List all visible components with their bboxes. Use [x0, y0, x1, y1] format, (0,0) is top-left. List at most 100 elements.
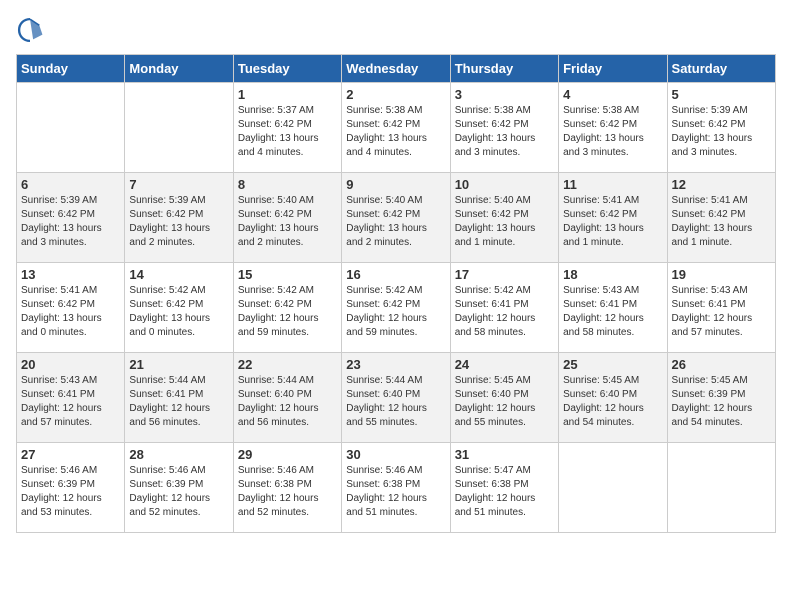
day-info: Sunrise: 5:45 AMSunset: 6:40 PMDaylight:… [455, 374, 554, 430]
day-number: 31 [455, 447, 554, 462]
weekday-header-saturday: Saturday [667, 55, 775, 83]
day-info: Sunrise: 5:37 AMSunset: 6:42 PMDaylight:… [238, 104, 337, 160]
day-info: Sunrise: 5:38 AMSunset: 6:42 PMDaylight:… [563, 104, 662, 160]
day-info: Sunrise: 5:47 AMSunset: 6:38 PMDaylight:… [455, 464, 554, 520]
day-info: Sunrise: 5:42 AMSunset: 6:42 PMDaylight:… [238, 284, 337, 340]
day-cell: 6Sunrise: 5:39 AMSunset: 6:42 PMDaylight… [17, 173, 125, 263]
week-row-5: 27 Sunrise: 5:46 AMSunset: 6:39 PMDayligh… [17, 443, 776, 533]
day-info: Sunrise: 5:41 AMSunset: 6:42 PMDaylight:… [672, 194, 771, 250]
day-info: Sunrise: 5:44 AMSunset: 6:41 PMDaylight:… [129, 374, 228, 430]
day-cell: 18 Sunrise: 5:43 AMSunset: 6:41 PMDayligh… [559, 263, 667, 353]
day-number: 14 [129, 267, 228, 282]
day-number: 26 [672, 357, 771, 372]
day-cell: 13 Sunrise: 5:41 AMSunset: 6:42 PMDayligh… [17, 263, 125, 353]
day-cell: 7 Sunrise: 5:39 AMSunset: 6:42 PMDaylight… [125, 173, 233, 263]
day-info: Sunrise: 5:44 AMSunset: 6:40 PMDaylight:… [238, 374, 337, 430]
day-info: Sunrise: 5:41 AMSunset: 6:42 PMDaylight:… [563, 194, 662, 250]
day-cell: 23 Sunrise: 5:44 AMSunset: 6:40 PMDayligh… [342, 353, 450, 443]
week-row-2: 6 Sunrise: 5:39 AMSunset: 6:42 PMDaylight… [17, 173, 776, 263]
day-cell: 30Sunrise: 5:46 AMSunset: 6:38 PMDayligh… [342, 443, 450, 533]
day-cell: 19 Sunrise: 5:43 AMSunset: 6:41 PMDayligh… [667, 263, 775, 353]
day-number: 5 [672, 87, 771, 102]
day-cell: 1 Sunrise: 5:37 AMSunset: 6:42 PMDaylight… [233, 83, 341, 173]
day-cell [17, 83, 125, 173]
day-number: 8 [238, 177, 337, 192]
weekday-header-thursday: Thursday [450, 55, 558, 83]
day-number: 1 [238, 87, 337, 102]
day-number: 12 [672, 177, 771, 192]
day-number: 16 [346, 267, 445, 282]
day-number: 6 [21, 177, 120, 192]
day-info: Sunrise: 5:40 AMSunset: 6:42 PMDaylight:… [346, 194, 445, 250]
day-cell: 20 Sunrise: 5:43 AMSunset: 6:41 PMDayligh… [17, 353, 125, 443]
day-info: Sunrise: 5:39 AMSunset: 6:42 PMDaylight:… [672, 104, 771, 160]
day-number: 19 [672, 267, 771, 282]
weekday-header-wednesday: Wednesday [342, 55, 450, 83]
day-number: 2 [346, 87, 445, 102]
day-number: 15 [238, 267, 337, 282]
day-info: Sunrise: 5:43 AMSunset: 6:41 PMDaylight:… [672, 284, 771, 340]
calendar-table: SundayMondayTuesdayWednesdayThursdayFrid… [16, 54, 776, 533]
day-cell: 17 Sunrise: 5:42 AMSunset: 6:41 PMDayligh… [450, 263, 558, 353]
day-cell: 5 Sunrise: 5:39 AMSunset: 6:42 PMDaylight… [667, 83, 775, 173]
day-number: 3 [455, 87, 554, 102]
day-cell: 3 Sunrise: 5:38 AMSunset: 6:42 PMDaylight… [450, 83, 558, 173]
day-info: Sunrise: 5:42 AMSunset: 6:41 PMDaylight:… [455, 284, 554, 340]
day-number: 24 [455, 357, 554, 372]
day-info: Sunrise: 5:38 AMSunset: 6:42 PMDaylight:… [346, 104, 445, 160]
page-header [16, 16, 776, 44]
day-number: 10 [455, 177, 554, 192]
day-number: 27 [21, 447, 120, 462]
day-info: Sunrise: 5:41 AMSunset: 6:42 PMDaylight:… [21, 284, 120, 340]
logo [16, 16, 48, 44]
weekday-header-row: SundayMondayTuesdayWednesdayThursdayFrid… [17, 55, 776, 83]
day-cell [667, 443, 775, 533]
week-row-1: 1 Sunrise: 5:37 AMSunset: 6:42 PMDaylight… [17, 83, 776, 173]
day-info: Sunrise: 5:40 AMSunset: 6:42 PMDaylight:… [238, 194, 337, 250]
day-cell: 22 Sunrise: 5:44 AMSunset: 6:40 PMDayligh… [233, 353, 341, 443]
week-row-3: 13 Sunrise: 5:41 AMSunset: 6:42 PMDayligh… [17, 263, 776, 353]
day-info: Sunrise: 5:43 AMSunset: 6:41 PMDaylight:… [563, 284, 662, 340]
day-number: 25 [563, 357, 662, 372]
day-number: 13 [21, 267, 120, 282]
day-number: 9 [346, 177, 445, 192]
week-row-4: 20 Sunrise: 5:43 AMSunset: 6:41 PMDayligh… [17, 353, 776, 443]
day-cell: 14 Sunrise: 5:42 AMSunset: 6:42 PMDayligh… [125, 263, 233, 353]
day-info: Sunrise: 5:39 AMSunset: 6:42 PMDaylight:… [129, 194, 228, 250]
day-cell: 10Sunrise: 5:40 AMSunset: 6:42 PMDayligh… [450, 173, 558, 263]
day-cell: 11 Sunrise: 5:41 AMSunset: 6:42 PMDayligh… [559, 173, 667, 263]
weekday-header-monday: Monday [125, 55, 233, 83]
day-info: Sunrise: 5:44 AMSunset: 6:40 PMDaylight:… [346, 374, 445, 430]
day-number: 20 [21, 357, 120, 372]
logo-icon [16, 16, 44, 44]
day-info: Sunrise: 5:38 AMSunset: 6:42 PMDaylight:… [455, 104, 554, 160]
day-cell: 24 Sunrise: 5:45 AMSunset: 6:40 PMDayligh… [450, 353, 558, 443]
day-number: 18 [563, 267, 662, 282]
day-cell: 29Sunrise: 5:46 AMSunset: 6:38 PMDayligh… [233, 443, 341, 533]
day-number: 7 [129, 177, 228, 192]
day-cell: 27 Sunrise: 5:46 AMSunset: 6:39 PMDayligh… [17, 443, 125, 533]
day-cell: 15 Sunrise: 5:42 AMSunset: 6:42 PMDayligh… [233, 263, 341, 353]
day-info: Sunrise: 5:43 AMSunset: 6:41 PMDaylight:… [21, 374, 120, 430]
day-number: 30 [346, 447, 445, 462]
day-cell: 8 Sunrise: 5:40 AMSunset: 6:42 PMDaylight… [233, 173, 341, 263]
weekday-header-friday: Friday [559, 55, 667, 83]
day-cell: 31 Sunrise: 5:47 AMSunset: 6:38 PMDayligh… [450, 443, 558, 533]
day-number: 23 [346, 357, 445, 372]
day-number: 28 [129, 447, 228, 462]
weekday-header-tuesday: Tuesday [233, 55, 341, 83]
day-cell [125, 83, 233, 173]
day-cell: 26Sunrise: 5:45 AMSunset: 6:39 PMDayligh… [667, 353, 775, 443]
day-cell [559, 443, 667, 533]
day-info: Sunrise: 5:42 AMSunset: 6:42 PMDaylight:… [129, 284, 228, 340]
weekday-header-sunday: Sunday [17, 55, 125, 83]
day-cell: 16Sunrise: 5:42 AMSunset: 6:42 PMDayligh… [342, 263, 450, 353]
day-number: 22 [238, 357, 337, 372]
day-cell: 9 Sunrise: 5:40 AMSunset: 6:42 PMDaylight… [342, 173, 450, 263]
day-number: 17 [455, 267, 554, 282]
day-info: Sunrise: 5:45 AMSunset: 6:40 PMDaylight:… [563, 374, 662, 430]
day-cell: 12 Sunrise: 5:41 AMSunset: 6:42 PMDayligh… [667, 173, 775, 263]
day-number: 11 [563, 177, 662, 192]
day-info: Sunrise: 5:46 AMSunset: 6:39 PMDaylight:… [129, 464, 228, 520]
day-info: Sunrise: 5:46 AMSunset: 6:39 PMDaylight:… [21, 464, 120, 520]
